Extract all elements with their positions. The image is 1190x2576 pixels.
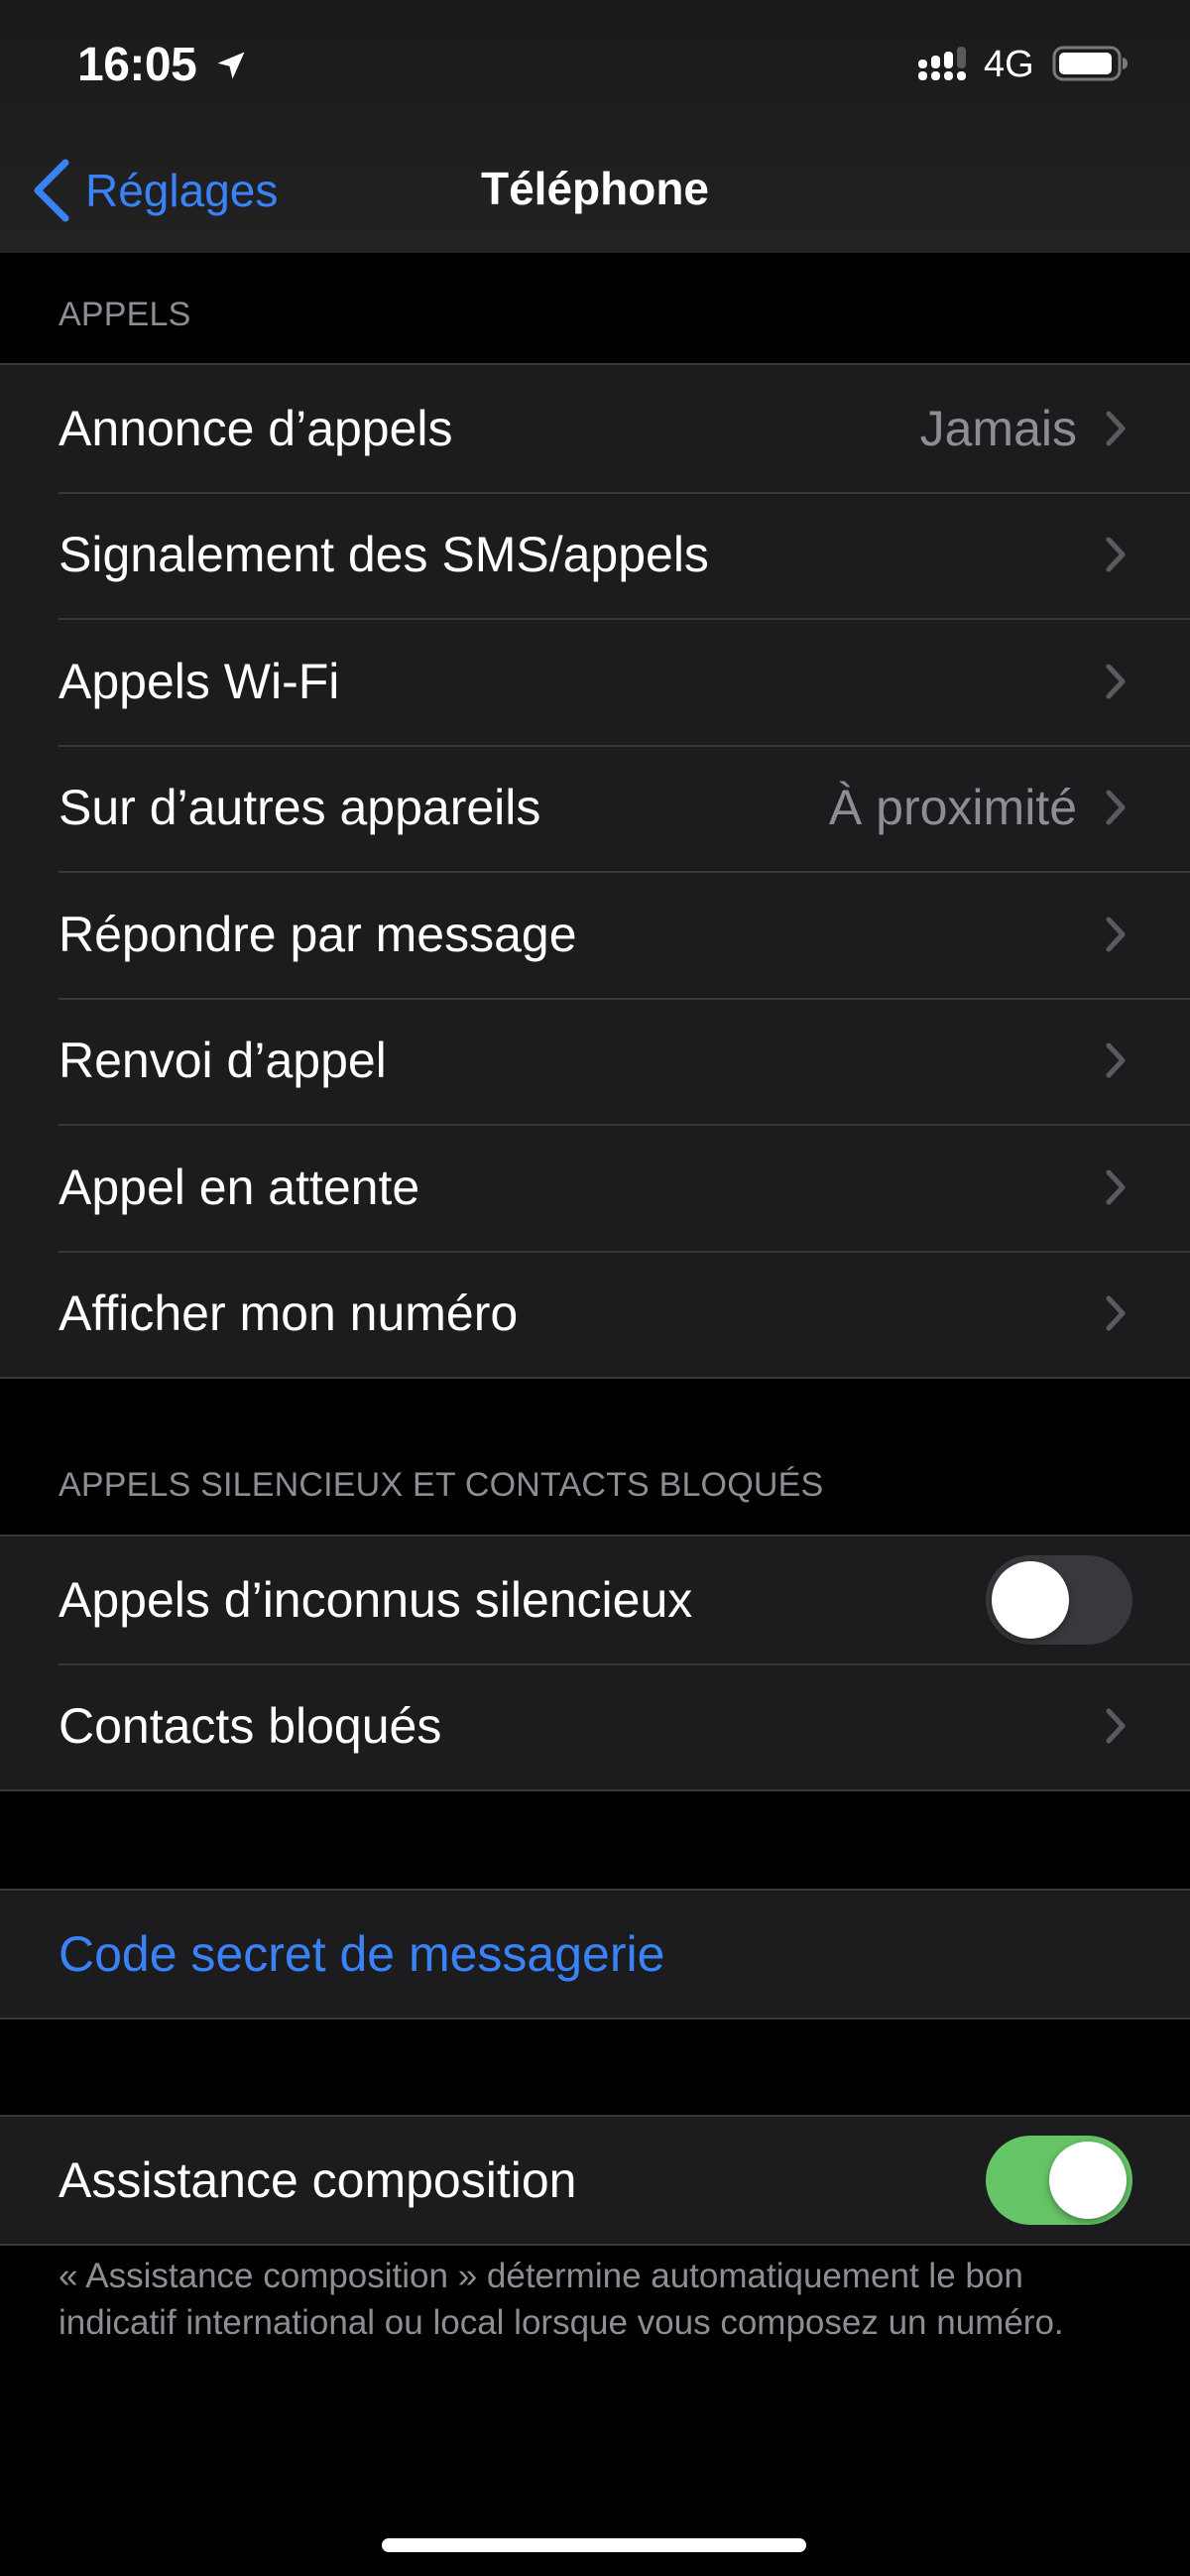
voicemail-password-link[interactable]: Code secret de messagerie	[59, 1925, 664, 1983]
row-label: Appels d’inconnus silencieux	[59, 1571, 693, 1628]
toggle-knob	[992, 1561, 1069, 1639]
row-label: Assistance composition	[59, 2151, 577, 2208]
row-label: Appel en attente	[59, 1159, 420, 1215]
row-afficher-mon-numero[interactable]: Afficher mon numéro	[0, 1250, 1190, 1378]
chevron-right-icon	[1106, 1708, 1126, 1744]
network-type: 4G	[984, 44, 1034, 85]
status-time: 16:05	[77, 39, 197, 91]
row-code-secret-messagerie[interactable]: Code secret de messagerie	[0, 1891, 1190, 2018]
row-appel-en-attente[interactable]: Appel en attente	[0, 1124, 1190, 1251]
section-appels: Annonce d’appels Jamais Signalement des …	[0, 363, 1190, 1379]
page-title: Téléphone	[480, 163, 710, 214]
chevron-right-icon	[1106, 1295, 1126, 1331]
toggle-knob	[1049, 2142, 1127, 2219]
section-footer-note: « Assistance composition » détermine aut…	[59, 2257, 1064, 2342]
row-value: Jamais	[919, 400, 1077, 456]
row-assistance-composition: Assistance composition	[0, 2117, 1190, 2244]
section-header-silencieux-bloques: APPELS SILENCIEUX ET CONTACTS BLOQUÉS	[59, 1466, 824, 1504]
row-autres-appareils[interactable]: Sur d’autres appareils À proximité	[0, 744, 1190, 872]
chevron-right-icon	[1106, 664, 1126, 699]
section-silencieux-bloques: Appels d’inconnus silencieux Contacts bl…	[0, 1534, 1190, 1791]
row-repondre-par-message[interactable]: Répondre par message	[0, 871, 1190, 998]
section-assistance: Assistance composition	[0, 2115, 1190, 2246]
row-label: Sur d’autres appareils	[59, 780, 541, 836]
row-contacts-bloques[interactable]: Contacts bloqués	[0, 1662, 1190, 1790]
row-annonce-appels[interactable]: Annonce d’appels Jamais	[0, 365, 1190, 492]
row-signalement-sms-appels[interactable]: Signalement des SMS/appels	[0, 491, 1190, 619]
silence-unknown-callers-toggle[interactable]	[986, 1555, 1132, 1645]
location-arrow-icon	[217, 52, 245, 79]
row-label: Contacts bloqués	[59, 1698, 442, 1755]
row-value: À proximité	[828, 780, 1077, 836]
battery-icon	[1052, 46, 1128, 81]
row-renvoi-appel[interactable]: Renvoi d’appel	[0, 997, 1190, 1125]
chevron-right-icon	[1106, 1169, 1126, 1205]
chevron-right-icon	[1106, 537, 1126, 572]
section-header-appels: APPELS	[59, 296, 191, 333]
chevron-right-icon	[1106, 1043, 1126, 1078]
row-appels-wifi[interactable]: Appels Wi-Fi	[0, 618, 1190, 745]
cellular-signal-icon	[918, 47, 966, 80]
chevron-right-icon	[1106, 917, 1126, 952]
home-indicator[interactable]	[382, 2538, 806, 2552]
dial-assist-toggle[interactable]	[986, 2136, 1132, 2225]
row-label: Renvoi d’appel	[59, 1033, 387, 1089]
section-messagerie: Code secret de messagerie	[0, 1889, 1190, 2020]
chevron-right-icon	[1106, 411, 1126, 446]
row-appels-inconnus-silencieux: Appels d’inconnus silencieux	[0, 1536, 1190, 1663]
row-label: Signalement des SMS/appels	[59, 527, 709, 583]
row-label: Afficher mon numéro	[59, 1286, 519, 1342]
row-label: Répondre par message	[59, 906, 577, 962]
row-label: Appels Wi-Fi	[59, 653, 340, 709]
chevron-right-icon	[1106, 790, 1126, 825]
row-label: Annonce d’appels	[59, 400, 453, 456]
